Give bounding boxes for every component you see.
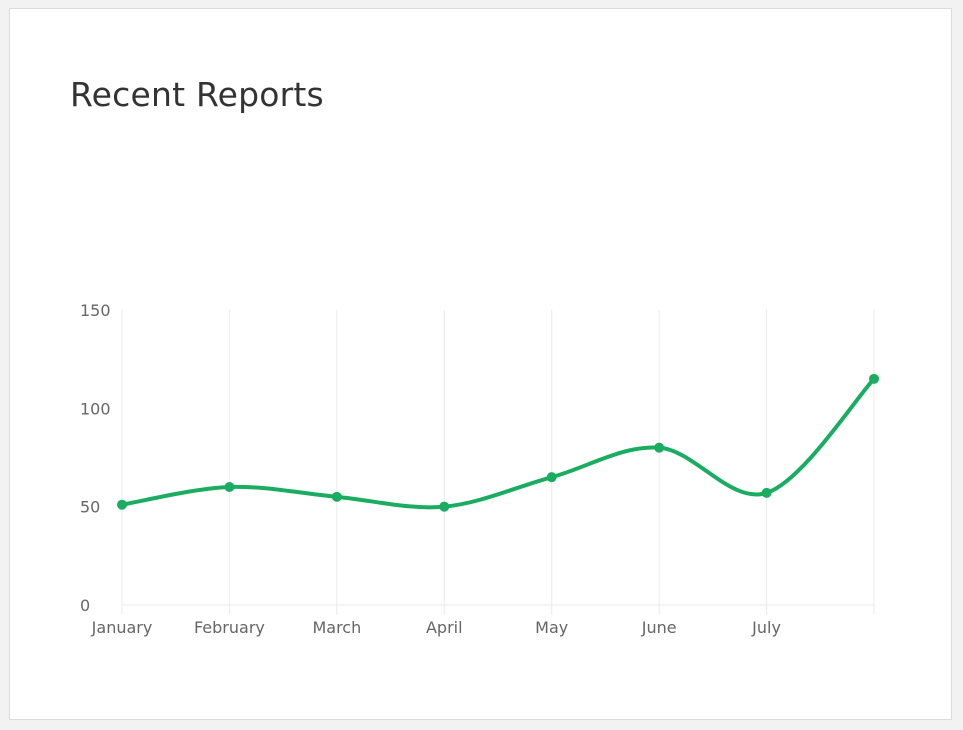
data-point — [224, 482, 235, 492]
data-point — [117, 499, 127, 510]
x-tick-label: May — [535, 618, 568, 637]
data-point — [869, 373, 879, 384]
data-point — [761, 487, 772, 498]
reports-card: Recent Reports 0 50 100 150 January February M… — [9, 8, 952, 720]
axis-layer: 0 50 100 150 January February March April May Jun… — [80, 301, 874, 637]
series-line — [120, 376, 876, 510]
x-tick-label: January — [91, 618, 153, 637]
y-tick-label: 0 — [80, 596, 90, 615]
y-tick-label: 50 — [80, 498, 100, 517]
line-chart: 0 50 100 150 January February March April May Jun… — [80, 301, 879, 637]
y-tick-label: 150 — [80, 301, 111, 320]
x-tick-label: April — [426, 618, 463, 637]
y-tick-label: 100 — [80, 399, 111, 418]
data-point — [331, 491, 342, 502]
data-point — [439, 501, 450, 512]
x-tick-label: June — [641, 618, 677, 637]
line-layer — [120, 376, 876, 510]
data-point — [546, 472, 557, 483]
point-layer — [117, 373, 879, 512]
grid-layer — [121, 310, 875, 615]
x-tick-label: July — [751, 618, 781, 637]
x-tick-label: March — [312, 618, 361, 637]
x-tick-label: February — [194, 618, 265, 637]
data-point — [654, 442, 665, 453]
